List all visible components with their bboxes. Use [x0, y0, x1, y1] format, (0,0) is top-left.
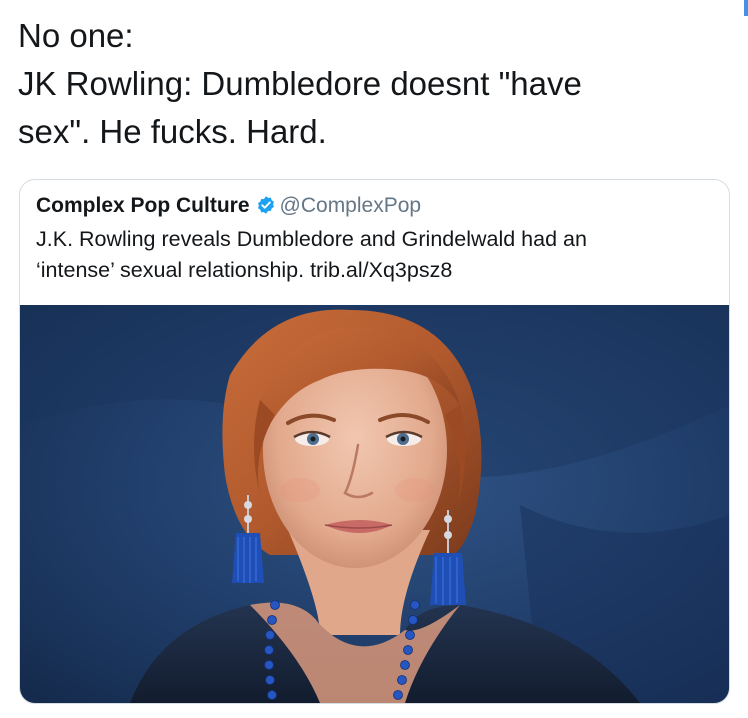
quoted-tweet-header: Complex Pop Culture @ComplexPop [36, 192, 717, 220]
corner-accent [744, 0, 748, 16]
quoted-tweet-photo[interactable] [20, 305, 729, 703]
portrait-image [20, 305, 729, 703]
tweet-text: No one: JK Rowling: Dumbledore doesnt "h… [18, 12, 718, 156]
tweet-line-2: JK Rowling: Dumbledore doesnt "have [18, 65, 582, 102]
tweet-line-1: No one: [18, 17, 134, 54]
verified-badge-icon [257, 196, 274, 214]
quoted-line-1: J.K. Rowling reveals Dumbledore and Grin… [36, 227, 587, 251]
author-handle[interactable]: @ComplexPop [280, 194, 422, 217]
quoted-line-2: ‘intense’ sexual relationship. trib.al/X… [36, 258, 453, 282]
quoted-tweet-text: J.K. Rowling reveals Dumbledore and Grin… [36, 224, 716, 286]
author-name[interactable]: Complex Pop Culture [36, 194, 250, 217]
tweet-line-3: sex". He fucks. Hard. [18, 113, 327, 150]
quoted-tweet-card[interactable]: Complex Pop Culture @ComplexPop J.K. Row… [19, 179, 730, 704]
